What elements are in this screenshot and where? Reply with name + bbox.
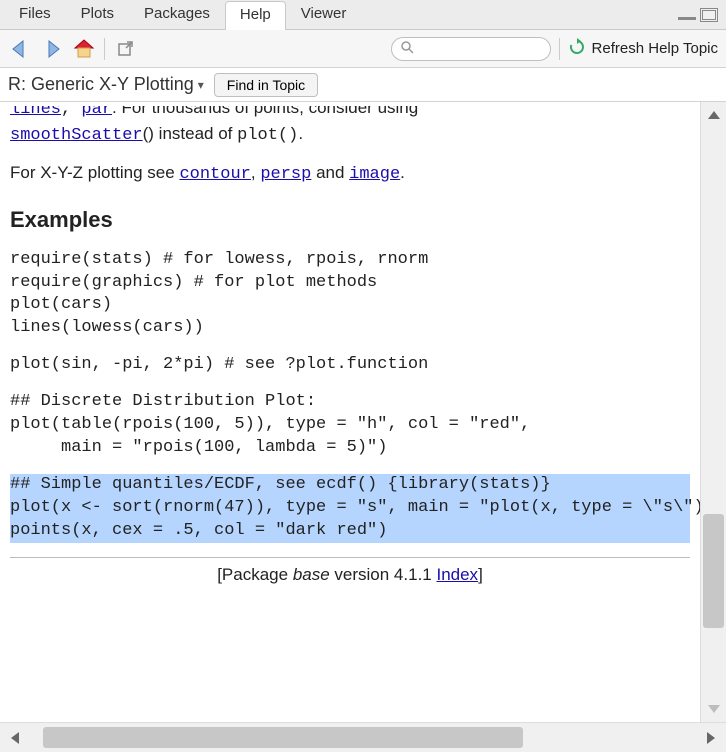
vscroll-track[interactable] — [701, 128, 726, 696]
link-image[interactable]: image — [349, 165, 400, 184]
hscroll-thumb[interactable] — [43, 727, 523, 748]
link-persp[interactable]: persp — [260, 165, 311, 184]
scroll-left-arrow[interactable] — [0, 723, 30, 752]
tab-viewer[interactable]: Viewer — [286, 0, 362, 29]
toolbar-divider — [104, 38, 105, 60]
vertical-scrollbar[interactable] — [700, 102, 726, 722]
scroll-right-arrow[interactable] — [696, 723, 726, 752]
toolbar-divider-2 — [559, 38, 560, 60]
tab-files[interactable]: Files — [4, 0, 66, 29]
horizontal-scrollbar[interactable] — [0, 722, 726, 752]
footer-divider — [10, 557, 690, 558]
find-in-topic-button[interactable]: Find in Topic — [214, 73, 318, 97]
pane-maximize-icon[interactable] — [700, 8, 718, 22]
pane-minimize-icon[interactable] — [678, 17, 696, 20]
heading-examples: Examples — [10, 205, 690, 235]
link-smoothscatter[interactable]: smoothScatter — [10, 126, 143, 145]
link-contour[interactable]: contour — [179, 165, 250, 184]
example-code-3[interactable]: ## Discrete Distribution Plot: plot(tabl… — [10, 391, 690, 460]
search-icon — [400, 40, 414, 57]
hscroll-track[interactable] — [30, 723, 696, 752]
vscroll-thumb[interactable] — [703, 514, 724, 628]
help-content: lines, par. For thousands of points, con… — [0, 102, 700, 722]
help-search-box[interactable] — [391, 37, 551, 61]
example-code-1[interactable]: require(stats) # for lowess, rpois, rnor… — [10, 249, 690, 341]
example-code-4-selected[interactable]: ## Simple quantiles/ECDF, see ecdf() {li… — [10, 474, 690, 543]
scroll-down-arrow[interactable] — [701, 696, 726, 722]
home-button[interactable] — [72, 37, 96, 61]
help-topic-title: R: Generic X-Y Plotting — [8, 74, 194, 95]
help-topic-dropdown[interactable]: R: Generic X-Y Plotting ▾ — [8, 74, 204, 95]
footer-package-name: base — [293, 565, 330, 584]
help-toolbar: Refresh Help Topic — [0, 30, 726, 68]
link-index[interactable]: Index — [436, 565, 478, 584]
link-par[interactable]: par — [81, 106, 112, 119]
forward-button[interactable] — [40, 37, 64, 61]
truncated-prev-line: lines, par. For thousands of points, con… — [10, 106, 690, 119]
scroll-up-arrow[interactable] — [701, 102, 726, 128]
pane-tabstrip: Files Plots Packages Help Viewer — [0, 0, 726, 30]
paragraph-xyz: For X-Y-Z plotting see contour, persp an… — [10, 162, 690, 187]
help-footer: [Package base version 4.1.1 Index] — [10, 564, 690, 587]
tab-plots[interactable]: Plots — [66, 0, 129, 29]
help-breadcrumb-row: R: Generic X-Y Plotting ▾ Find in Topic — [0, 68, 726, 102]
paragraph-smoothscatter: smoothScatter() instead of plot(). — [10, 123, 690, 148]
caret-down-icon: ▾ — [198, 78, 204, 92]
refresh-icon — [568, 38, 586, 60]
refresh-help-button[interactable]: Refresh Help Topic — [568, 38, 718, 60]
tab-packages[interactable]: Packages — [129, 0, 225, 29]
popout-button[interactable] — [113, 37, 137, 61]
refresh-help-label: Refresh Help Topic — [592, 40, 718, 57]
tab-help[interactable]: Help — [225, 1, 286, 30]
link-lines[interactable]: lines — [10, 106, 61, 119]
back-button[interactable] — [8, 37, 32, 61]
help-search-input[interactable] — [420, 41, 542, 56]
example-code-2[interactable]: plot(sin, -pi, 2*pi) # see ?plot.functio… — [10, 354, 690, 377]
